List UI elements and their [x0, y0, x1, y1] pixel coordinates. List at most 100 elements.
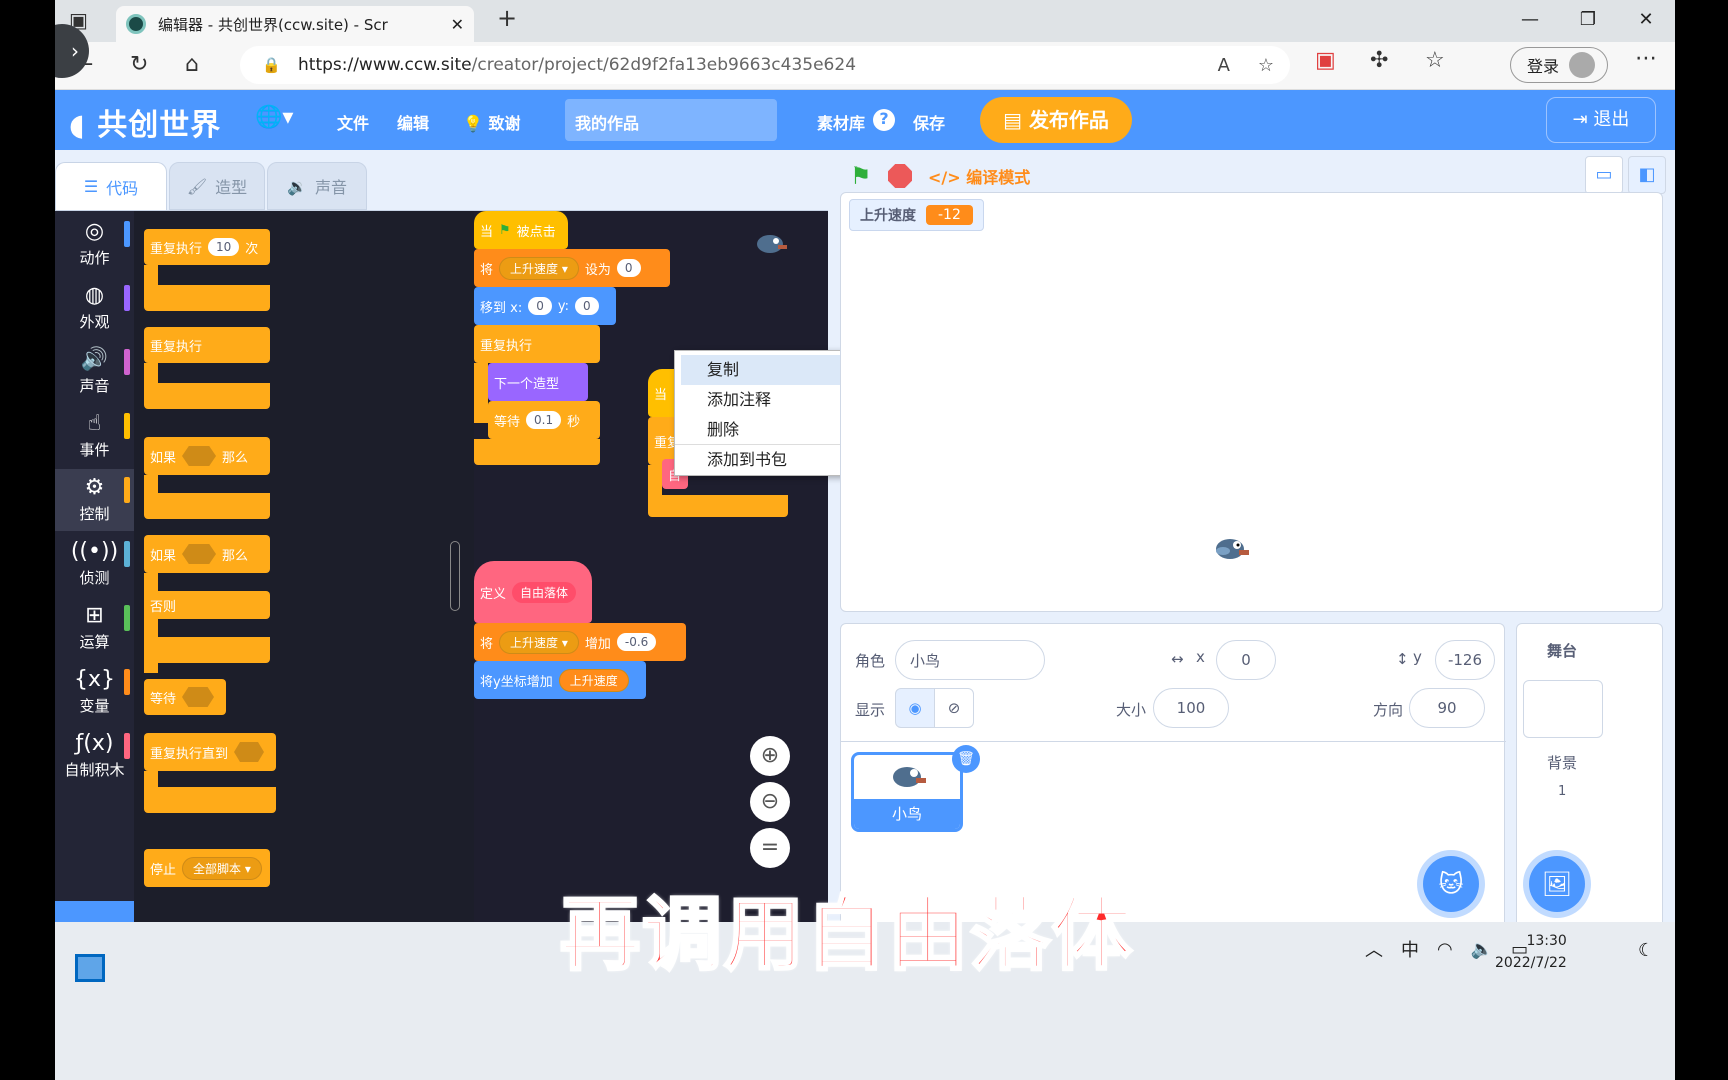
category-3[interactable]: ☝ 事件: [55, 405, 134, 467]
home-icon[interactable]: ⌂: [185, 52, 199, 77]
block-when-flag-clicked[interactable]: 当 ⚑ 被点击: [474, 211, 568, 249]
delete-sprite-icon[interactable]: 🗑: [952, 745, 980, 773]
extension-icon[interactable]: ▣: [1315, 48, 1336, 73]
url-field[interactable]: 🔒 https://www.ccw.site/creator/project/6…: [240, 46, 1290, 84]
variable-dropdown[interactable]: 上升速度 ▾: [499, 630, 579, 654]
block-change-y[interactable]: 将y坐标增加 上升速度: [474, 661, 646, 699]
variable-reporter[interactable]: 上升速度: [558, 668, 629, 692]
small-stage-icon[interactable]: ▭: [1585, 156, 1623, 194]
y-input[interactable]: 0: [575, 297, 599, 315]
block-set-variable[interactable]: 将上升速度 ▾ 设为 0: [474, 249, 670, 287]
value-input[interactable]: 0: [616, 259, 641, 277]
volume-icon[interactable]: 🔈: [1471, 939, 1493, 960]
condition-slot[interactable]: [182, 687, 214, 707]
block-wait-until[interactable]: 等待: [144, 679, 226, 715]
compile-mode-toggle[interactable]: </> 编译模式: [928, 164, 1030, 188]
x-input[interactable]: 0: [528, 297, 552, 315]
block-if-else[interactable]: 如果 那么: [144, 535, 270, 573]
block-next-costume[interactable]: 下一个造型: [488, 363, 588, 401]
lock-icon[interactable]: 🔒: [262, 56, 281, 74]
menu-tips[interactable]: 💡 致谢: [463, 110, 521, 134]
project-title-input[interactable]: 我的作品: [565, 99, 777, 141]
publish-button[interactable]: ▤ 发布作品: [980, 97, 1132, 143]
more-menu-icon[interactable]: ⋯: [1635, 46, 1657, 71]
wifi-icon[interactable]: ◠: [1437, 939, 1453, 960]
value-input[interactable]: -0.6: [616, 633, 657, 651]
stage-canvas[interactable]: 上升速度 -12: [840, 192, 1663, 612]
condition-slot[interactable]: [182, 544, 217, 564]
close-window-icon[interactable]: ✕: [1617, 0, 1675, 42]
category-1[interactable]: ◍ 外观: [55, 277, 134, 339]
category-8[interactable]: ƒ(x) 自制积木: [55, 725, 134, 787]
x-input[interactable]: 0: [1216, 640, 1276, 680]
zoom-reset-icon[interactable]: =: [750, 828, 790, 868]
language-globe-icon[interactable]: 🌐▾: [255, 105, 293, 130]
show-visible-icon[interactable]: ◉: [895, 688, 935, 728]
block-define[interactable]: 定义 自由落体: [474, 561, 592, 623]
menu-file[interactable]: 文件: [337, 110, 369, 134]
block-repeat-until[interactable]: 重复执行直到: [144, 733, 276, 771]
block-if-then[interactable]: 如果 那么: [144, 437, 270, 475]
read-aloud-icon[interactable]: A: [1218, 55, 1230, 76]
zoom-out-icon[interactable]: ⊖: [750, 782, 790, 822]
tab-sounds[interactable]: 🔉 声音: [267, 162, 367, 210]
block-repeat-n[interactable]: 重复执行 10 次: [144, 229, 270, 265]
normal-stage-icon[interactable]: ◧: [1628, 156, 1666, 194]
add-sprite-icon[interactable]: 🐱: [1423, 856, 1479, 912]
repeat-count-input[interactable]: 10: [208, 238, 240, 256]
category-4[interactable]: ⚙ 控制: [55, 469, 134, 531]
y-input[interactable]: -126: [1435, 640, 1495, 680]
restore-icon[interactable]: ❐: [1559, 0, 1617, 42]
start-menu-icon[interactable]: [75, 954, 105, 982]
category-7[interactable]: {x} 变量: [55, 661, 134, 723]
tab-costumes[interactable]: 🖌 造型: [169, 162, 265, 210]
menu-assets[interactable]: 素材库: [817, 110, 865, 134]
show-hidden-icon[interactable]: ⊘: [934, 688, 974, 728]
add-backdrop-icon[interactable]: 🖼: [1529, 856, 1585, 912]
stage-thumbnail[interactable]: [1523, 680, 1603, 738]
extensions-puzzle-icon[interactable]: ✣: [1370, 48, 1388, 73]
favorite-add-icon[interactable]: ☆: [1258, 55, 1274, 76]
tray-expand-icon[interactable]: ︿: [1365, 936, 1383, 962]
ime-indicator[interactable]: 中: [1401, 936, 1419, 962]
category-5[interactable]: ((•)) 侦测: [55, 533, 134, 595]
clock[interactable]: 13:30 2022/7/22: [1495, 930, 1567, 974]
condition-slot[interactable]: [182, 446, 217, 466]
category-6[interactable]: ⊞ 运算: [55, 597, 134, 659]
category-0[interactable]: ◎ 动作: [55, 213, 134, 275]
stop-icon[interactable]: [888, 164, 912, 188]
focus-assist-icon[interactable]: ☾: [1638, 940, 1654, 961]
favorites-icon[interactable]: ☆: [1425, 48, 1445, 73]
block-wait-seconds[interactable]: 等待 0.1 秒: [488, 401, 600, 439]
tab-code[interactable]: ☰ 代码: [55, 162, 167, 210]
block-forever[interactable]: 重复执行: [144, 327, 270, 363]
menu-save[interactable]: 保存: [913, 110, 945, 134]
block-change-variable[interactable]: 将上升速度 ▾ 增加 -0.6: [474, 623, 686, 661]
variable-dropdown[interactable]: 上升速度 ▾: [499, 256, 579, 280]
close-tab-icon[interactable]: ✕: [451, 15, 464, 34]
quit-button[interactable]: ⇥ 退出: [1546, 97, 1656, 143]
bird-sprite[interactable]: [1213, 535, 1249, 561]
new-tab-icon[interactable]: +: [497, 4, 517, 32]
size-input[interactable]: 100: [1153, 688, 1229, 728]
site-logo[interactable]: ◖ 共创世界: [69, 100, 221, 144]
sprite-thumbnail[interactable]: 小鸟 🗑: [851, 745, 980, 832]
vertical-scrollbar[interactable]: [450, 541, 460, 611]
zoom-in-icon[interactable]: ⊕: [750, 736, 790, 776]
minimize-icon[interactable]: —: [1501, 0, 1559, 42]
help-icon[interactable]: ?: [873, 109, 895, 131]
category-2[interactable]: 🔊 声音: [55, 341, 134, 403]
green-flag-icon[interactable]: ⚑: [850, 162, 872, 190]
sprite-name-input[interactable]: 小鸟: [895, 640, 1045, 680]
block-stop[interactable]: 停止 全部脚本 ▾: [144, 849, 270, 887]
direction-input[interactable]: 90: [1409, 688, 1485, 728]
browser-tab[interactable]: 编辑器 - 共创世界(ccw.site) - Scr ✕: [116, 6, 474, 42]
menu-edit[interactable]: 编辑: [397, 110, 429, 134]
block-forever[interactable]: 重复执行: [474, 325, 600, 363]
refresh-icon[interactable]: ↻: [130, 52, 148, 77]
stop-option-dropdown[interactable]: 全部脚本 ▾: [182, 856, 262, 880]
login-button[interactable]: 登录: [1510, 47, 1608, 83]
seconds-input[interactable]: 0.1: [526, 411, 562, 429]
condition-slot[interactable]: [234, 742, 264, 762]
block-goto-xy[interactable]: 移到 x: 0 y: 0: [474, 287, 616, 325]
